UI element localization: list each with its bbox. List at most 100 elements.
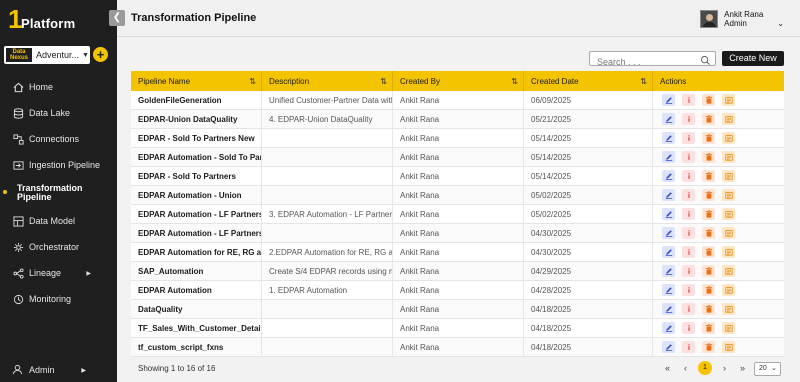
add-workspace-button[interactable]: + bbox=[93, 47, 108, 62]
delete-icon[interactable] bbox=[702, 113, 715, 125]
cell-pipeline-name[interactable]: GoldenFileGeneration bbox=[131, 91, 262, 109]
cell-pipeline-name[interactable]: TF_Sales_With_Customer_Details bbox=[131, 319, 262, 337]
table-row[interactable]: TF_Sales_With_Customer_Details Ankit Rana… bbox=[131, 319, 784, 338]
delete-icon[interactable] bbox=[702, 151, 715, 163]
delete-icon[interactable] bbox=[702, 246, 715, 258]
collapse-sidebar-button[interactable]: ❮ bbox=[109, 10, 125, 26]
table-row[interactable]: EDPAR Automation - LF Partners Ankit Rana… bbox=[131, 224, 784, 243]
user-menu[interactable]: Ankit Rana Admin ⌄ bbox=[700, 8, 784, 30]
edit-icon[interactable] bbox=[662, 303, 675, 315]
next-page-button[interactable]: › bbox=[719, 363, 730, 373]
sidebar-item-admin[interactable]: Admin ▶ bbox=[0, 362, 117, 378]
delete-icon[interactable] bbox=[702, 208, 715, 220]
edit-icon[interactable] bbox=[662, 189, 675, 201]
table-row[interactable]: EDPAR Automation 1. EDPAR Automation Ankit… bbox=[131, 281, 784, 300]
edit-icon[interactable] bbox=[662, 322, 675, 334]
details-icon[interactable] bbox=[722, 208, 735, 220]
cell-pipeline-name[interactable]: DataQuality bbox=[131, 300, 262, 318]
sidebar-item-ingestion-pipeline[interactable]: Ingestion Pipeline bbox=[0, 152, 117, 178]
sidebar-item-lineage[interactable]: Lineage ▶ bbox=[0, 260, 117, 286]
details-icon[interactable] bbox=[722, 113, 735, 125]
details-icon[interactable] bbox=[722, 322, 735, 334]
sort-icon[interactable]: ⇅ bbox=[640, 77, 647, 86]
sidebar-item-data-model[interactable]: Data Model bbox=[0, 208, 117, 234]
table-row[interactable]: EDPAR Automation - Union Ankit Rana 05/02/… bbox=[131, 186, 784, 205]
current-page-button[interactable]: 1 bbox=[698, 361, 712, 375]
info-icon[interactable] bbox=[682, 227, 695, 239]
page-size-select[interactable]: 20 ⌄ bbox=[754, 362, 781, 376]
info-icon[interactable] bbox=[682, 113, 695, 125]
first-page-button[interactable]: « bbox=[662, 363, 673, 373]
delete-icon[interactable] bbox=[702, 170, 715, 182]
info-icon[interactable] bbox=[682, 94, 695, 106]
info-icon[interactable] bbox=[682, 151, 695, 163]
details-icon[interactable] bbox=[722, 189, 735, 201]
sidebar-item-connections[interactable]: Connections bbox=[0, 126, 117, 152]
cell-pipeline-name[interactable]: EDPAR Automation bbox=[131, 281, 262, 299]
info-icon[interactable] bbox=[682, 341, 695, 353]
table-row[interactable]: EDPAR - Sold To Partners New Ankit Rana 05… bbox=[131, 129, 784, 148]
cell-pipeline-name[interactable]: EDPAR Automation for RE, RG and bbox=[131, 243, 262, 261]
table-row[interactable]: DataQuality Ankit Rana 04/18/2025 bbox=[131, 300, 784, 319]
column-header-description[interactable]: Description ⇅ bbox=[262, 71, 393, 91]
column-header-created-by[interactable]: Created By ⇅ bbox=[393, 71, 524, 91]
details-icon[interactable] bbox=[722, 94, 735, 106]
edit-icon[interactable] bbox=[662, 208, 675, 220]
table-row[interactable]: GoldenFileGeneration Unified Customer-Par… bbox=[131, 91, 784, 110]
table-row[interactable]: tf_custom_script_fxns Ankit Rana 04/18/202… bbox=[131, 338, 784, 357]
column-header-pipeline-name[interactable]: Pipeline Name ⇅ bbox=[131, 71, 262, 91]
edit-icon[interactable] bbox=[662, 265, 675, 277]
info-icon[interactable] bbox=[682, 303, 695, 315]
search-icon[interactable] bbox=[700, 53, 711, 71]
delete-icon[interactable] bbox=[702, 265, 715, 277]
info-icon[interactable] bbox=[682, 208, 695, 220]
prev-page-button[interactable]: ‹ bbox=[680, 363, 691, 373]
delete-icon[interactable] bbox=[702, 341, 715, 353]
sidebar-item-monitoring[interactable]: Monitoring bbox=[0, 286, 117, 312]
details-icon[interactable] bbox=[722, 303, 735, 315]
delete-icon[interactable] bbox=[702, 227, 715, 239]
info-icon[interactable] bbox=[682, 189, 695, 201]
cell-pipeline-name[interactable]: EDPAR - Sold To Partners New bbox=[131, 129, 262, 147]
cell-pipeline-name[interactable]: EDPAR Automation - Sold To Partr bbox=[131, 148, 262, 166]
details-icon[interactable] bbox=[722, 132, 735, 144]
sidebar-item-transformation-pipeline[interactable]: Transformation Pipeline bbox=[0, 178, 117, 208]
cell-pipeline-name[interactable]: tf_custom_script_fxns bbox=[131, 338, 262, 356]
table-row[interactable]: EDPAR Automation for RE, RG and 2.EDPAR A… bbox=[131, 243, 784, 262]
details-icon[interactable] bbox=[722, 341, 735, 353]
edit-icon[interactable] bbox=[662, 284, 675, 296]
delete-icon[interactable] bbox=[702, 189, 715, 201]
edit-icon[interactable] bbox=[662, 170, 675, 182]
edit-icon[interactable] bbox=[662, 246, 675, 258]
info-icon[interactable] bbox=[682, 246, 695, 258]
cell-pipeline-name[interactable]: EDPAR Automation - LF Partners bbox=[131, 224, 262, 242]
delete-icon[interactable] bbox=[702, 132, 715, 144]
edit-icon[interactable] bbox=[662, 113, 675, 125]
create-new-button[interactable]: Create New bbox=[722, 51, 784, 66]
delete-icon[interactable] bbox=[702, 284, 715, 296]
sort-icon[interactable]: ⇅ bbox=[249, 77, 256, 86]
column-header-created-date[interactable]: Created Date ⇅ bbox=[524, 71, 653, 91]
cell-pipeline-name[interactable]: EDPAR Automation - Union bbox=[131, 186, 262, 204]
table-row[interactable]: EDPAR-Union DataQuality 4. EDPAR-Union Da… bbox=[131, 110, 784, 129]
details-icon[interactable] bbox=[722, 265, 735, 277]
edit-icon[interactable] bbox=[662, 227, 675, 239]
edit-icon[interactable] bbox=[662, 151, 675, 163]
cell-pipeline-name[interactable]: EDPAR-Union DataQuality bbox=[131, 110, 262, 128]
sort-icon[interactable]: ⇅ bbox=[511, 77, 518, 86]
edit-icon[interactable] bbox=[662, 132, 675, 144]
search-input[interactable] bbox=[590, 55, 695, 69]
sort-icon[interactable]: ⇅ bbox=[380, 77, 387, 86]
edit-icon[interactable] bbox=[662, 341, 675, 353]
sidebar-item-data-lake[interactable]: Data Lake bbox=[0, 100, 117, 126]
table-row[interactable]: EDPAR Automation - LF Partners F 3. EDPAR… bbox=[131, 205, 784, 224]
last-page-button[interactable]: » bbox=[737, 363, 748, 373]
table-row[interactable]: EDPAR Automation - Sold To Partr Ankit Ra… bbox=[131, 148, 784, 167]
info-icon[interactable] bbox=[682, 322, 695, 334]
table-row[interactable]: EDPAR - Sold To Partners Ankit Rana 05/14/… bbox=[131, 167, 784, 186]
info-icon[interactable] bbox=[682, 284, 695, 296]
sidebar-item-home[interactable]: Home bbox=[0, 74, 117, 100]
search-box[interactable] bbox=[589, 51, 716, 69]
cell-pipeline-name[interactable]: EDPAR Automation - LF Partners F bbox=[131, 205, 262, 223]
details-icon[interactable] bbox=[722, 284, 735, 296]
